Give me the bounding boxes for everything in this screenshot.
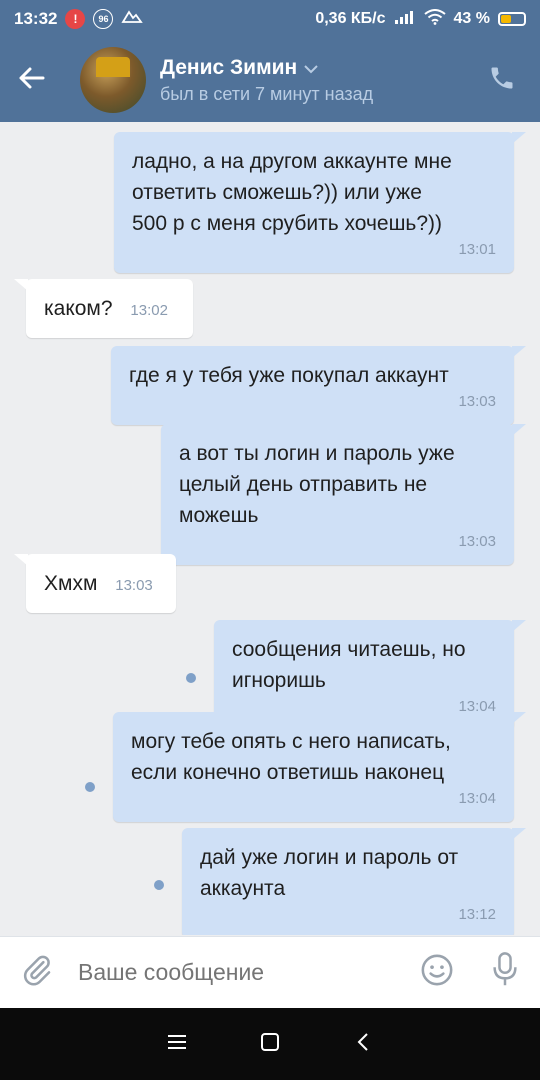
message-time: 13:03 [458, 533, 496, 550]
message-time: 13:03 [458, 393, 496, 410]
paperclip-icon [20, 953, 54, 992]
message-bubble-outgoing[interactable]: могу тебе опять с него написать, если ко… [113, 712, 526, 822]
message-text: могу тебе опять с него написать, если ко… [131, 730, 451, 784]
chevron-left-icon [356, 1032, 370, 1057]
home-button[interactable] [250, 1024, 290, 1064]
contact-name: Денис Зимин [160, 55, 298, 79]
microphone-icon [490, 952, 520, 993]
wifi-icon [423, 8, 446, 30]
signal-icon [394, 10, 416, 29]
voice-button[interactable] [490, 952, 520, 993]
back-nav-button[interactable] [343, 1024, 383, 1064]
status-bar: 13:32 ! 96 0,36 КБ/с 43 % [0, 0, 540, 38]
message-bubble-incoming[interactable]: Хмхм 13:03 [14, 554, 176, 613]
avatar[interactable] [80, 47, 146, 113]
message-time: 13:03 [115, 577, 153, 594]
message-text: Хмхм [44, 572, 98, 595]
notification-count-icon: 96 [93, 9, 114, 29]
menu-button[interactable] [157, 1024, 197, 1064]
message-bubble-outgoing[interactable]: где я у тебя уже покупал аккаунт 13:03 [111, 346, 526, 425]
alert-notification-icon: ! [65, 9, 86, 29]
unread-indicator [186, 673, 196, 683]
message-list[interactable]: ладно, а на другом аккаунте мне ответить… [0, 122, 540, 935]
attach-button[interactable] [20, 953, 54, 992]
back-button[interactable] [0, 38, 62, 122]
battery-icon [498, 12, 526, 26]
unread-indicator [154, 880, 164, 890]
network-speed: 0,36 КБ/с [315, 10, 386, 27]
emoji-button[interactable] [420, 953, 454, 992]
message-time: 13:01 [458, 241, 496, 258]
message-text: каком? [44, 297, 113, 320]
chevron-down-icon [303, 56, 319, 80]
battery-percent: 43 % [453, 10, 490, 27]
message-text: где я у тебя уже покупал аккаунт [129, 364, 449, 387]
unread-indicator [85, 782, 95, 792]
message-text: дай уже логин и пароль от аккаунта [200, 846, 459, 900]
hamburger-icon [167, 1034, 187, 1055]
message-bubble-outgoing[interactable]: а вот ты логин и пароль уже целый день о… [161, 424, 526, 565]
system-nav-bar [0, 1008, 540, 1080]
contact-status: был в сети 7 минут назад [160, 83, 374, 104]
arrow-left-icon [17, 66, 45, 95]
message-time: 13:02 [130, 302, 168, 319]
chat-header: Денис Зимин был в сети 7 минут назад [0, 38, 540, 122]
message-bubble-incoming[interactable]: каком? 13:02 [14, 279, 193, 338]
call-button[interactable] [488, 64, 516, 97]
message-time: 13:12 [458, 906, 496, 923]
message-text: а вот ты логин и пароль уже целый день о… [179, 442, 455, 527]
message-bubble-outgoing[interactable]: дай уже логин и пароль от аккаунта 13:12 [182, 828, 526, 935]
message-bubble-outgoing[interactable]: ладно, а на другом аккаунте мне ответить… [114, 132, 526, 273]
contact-info[interactable]: Денис Зимин был в сети 7 минут назад [160, 56, 373, 105]
status-time: 13:32 [14, 9, 58, 28]
phone-icon [488, 67, 516, 96]
app-notification-icon [121, 9, 144, 30]
message-time: 13:04 [458, 790, 496, 807]
message-composer [0, 936, 540, 1008]
message-input[interactable] [78, 959, 420, 986]
message-text: ладно, а на другом аккаунте мне ответить… [132, 150, 452, 235]
square-icon [260, 1032, 280, 1057]
smiley-icon [420, 953, 454, 992]
message-text: сообщения читаешь, но игноришь [232, 638, 466, 692]
